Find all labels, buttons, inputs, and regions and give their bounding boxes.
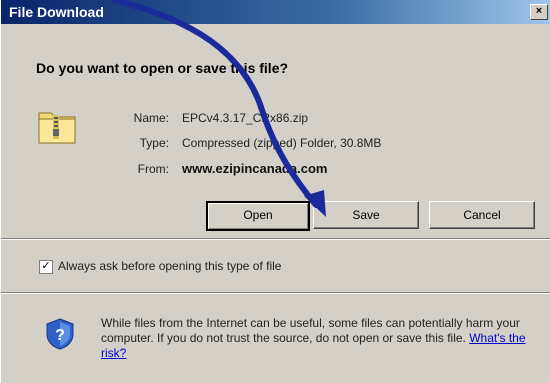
- from-label: From:: [137, 162, 169, 176]
- cancel-button[interactable]: Cancel: [429, 201, 535, 229]
- name-label: Name:: [133, 111, 169, 125]
- save-button[interactable]: Save: [313, 201, 419, 229]
- file-download-dialog: File Download × Do you want to open or s…: [0, 0, 550, 383]
- zip-folder-icon: [38, 112, 76, 144]
- close-button[interactable]: ×: [530, 4, 548, 20]
- dialog-title: File Download: [9, 4, 104, 20]
- file-source: www.ezipincanada.com: [182, 161, 328, 176]
- svg-text:?: ?: [55, 327, 65, 344]
- security-shield-icon: ?: [46, 318, 74, 350]
- security-warning: While files from the Internet can be use…: [101, 316, 531, 361]
- separator: [1, 292, 550, 294]
- separator: [1, 238, 550, 240]
- open-button[interactable]: Open: [206, 201, 310, 231]
- warning-text: While files from the Internet can be use…: [101, 316, 520, 345]
- always-ask-label[interactable]: Always ask before opening this type of f…: [58, 259, 281, 273]
- file-name: EPCv4.3.17_CRx86.zip: [182, 111, 309, 125]
- always-ask-checkbox[interactable]: ✓: [39, 260, 53, 274]
- title-bar: File Download ×: [1, 0, 550, 24]
- file-type: Compressed (zipped) Folder, 30.8MB: [182, 136, 382, 150]
- type-label: Type:: [139, 136, 169, 150]
- dialog-question: Do you want to open or save this file?: [36, 60, 289, 76]
